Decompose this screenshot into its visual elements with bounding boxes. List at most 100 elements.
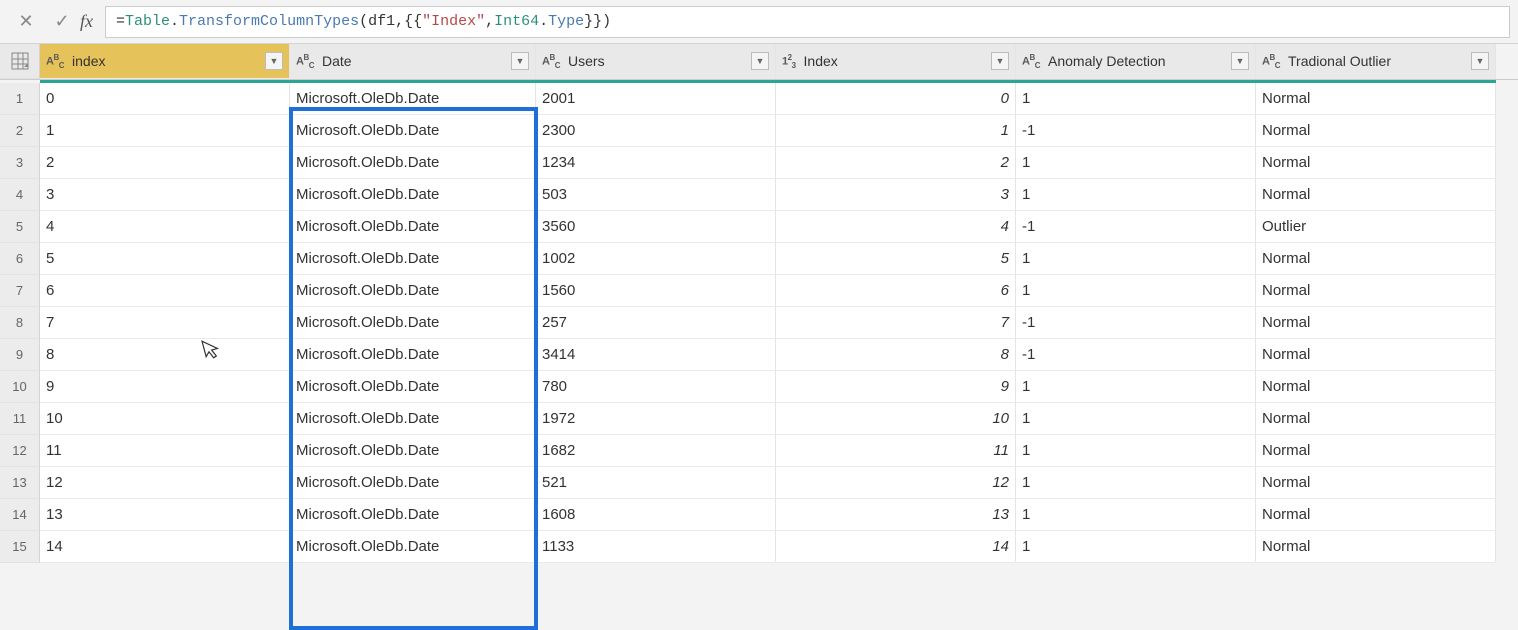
- row-number[interactable]: 12: [0, 435, 40, 467]
- cell-users[interactable]: 3560: [536, 211, 776, 243]
- cell-anom[interactable]: 1: [1016, 179, 1256, 211]
- row-number[interactable]: 13: [0, 467, 40, 499]
- cell-trad[interactable]: Normal: [1256, 307, 1496, 339]
- cell-date[interactable]: Microsoft.OleDb.Date: [290, 403, 536, 435]
- row-number[interactable]: 3: [0, 147, 40, 179]
- cell-index2[interactable]: 13: [776, 499, 1016, 531]
- cell-users[interactable]: 1133: [536, 531, 776, 563]
- cell-index2[interactable]: 11: [776, 435, 1016, 467]
- cell-anom[interactable]: 1: [1016, 499, 1256, 531]
- cell-idx[interactable]: 0: [40, 83, 290, 115]
- cell-users[interactable]: 2300: [536, 115, 776, 147]
- cell-date[interactable]: Microsoft.OleDb.Date: [290, 275, 536, 307]
- cell-users[interactable]: 1608: [536, 499, 776, 531]
- cell-date[interactable]: Microsoft.OleDb.Date: [290, 147, 536, 179]
- cell-date[interactable]: Microsoft.OleDb.Date: [290, 499, 536, 531]
- row-number[interactable]: 10: [0, 371, 40, 403]
- cell-anom[interactable]: -1: [1016, 339, 1256, 371]
- cell-users[interactable]: 3414: [536, 339, 776, 371]
- column-header-traditional[interactable]: ABC Tradional Outlier ▼: [1256, 44, 1496, 79]
- filter-dropdown-icon[interactable]: ▼: [1231, 52, 1249, 70]
- cell-anom[interactable]: 1: [1016, 275, 1256, 307]
- cell-date[interactable]: Microsoft.OleDb.Date: [290, 531, 536, 563]
- row-number[interactable]: 4: [0, 179, 40, 211]
- cell-trad[interactable]: Normal: [1256, 467, 1496, 499]
- cell-users[interactable]: 780: [536, 371, 776, 403]
- cell-idx[interactable]: 3: [40, 179, 290, 211]
- cell-idx[interactable]: 13: [40, 499, 290, 531]
- cell-anom[interactable]: 1: [1016, 243, 1256, 275]
- filter-dropdown-icon[interactable]: ▼: [751, 52, 769, 70]
- cell-date[interactable]: Microsoft.OleDb.Date: [290, 339, 536, 371]
- row-number[interactable]: 1: [0, 83, 40, 115]
- filter-dropdown-icon[interactable]: ▼: [991, 52, 1009, 70]
- cell-index2[interactable]: 0: [776, 83, 1016, 115]
- cell-index2[interactable]: 12: [776, 467, 1016, 499]
- cell-index2[interactable]: 1: [776, 115, 1016, 147]
- cell-date[interactable]: Microsoft.OleDb.Date: [290, 435, 536, 467]
- column-header-index2[interactable]: 123 Index ▼: [776, 44, 1016, 79]
- cell-idx[interactable]: 11: [40, 435, 290, 467]
- cell-index2[interactable]: 4: [776, 211, 1016, 243]
- row-number[interactable]: 14: [0, 499, 40, 531]
- row-number[interactable]: 15: [0, 531, 40, 563]
- cell-users[interactable]: 257: [536, 307, 776, 339]
- cell-trad[interactable]: Normal: [1256, 403, 1496, 435]
- cell-trad[interactable]: Normal: [1256, 435, 1496, 467]
- cell-trad[interactable]: Normal: [1256, 275, 1496, 307]
- cell-idx[interactable]: 2: [40, 147, 290, 179]
- cell-users[interactable]: 521: [536, 467, 776, 499]
- cell-users[interactable]: 2001: [536, 83, 776, 115]
- row-number[interactable]: 9: [0, 339, 40, 371]
- cell-date[interactable]: Microsoft.OleDb.Date: [290, 243, 536, 275]
- row-number[interactable]: 5: [0, 211, 40, 243]
- select-all-corner[interactable]: [0, 44, 40, 79]
- cancel-button[interactable]: ✕: [8, 6, 44, 38]
- cell-date[interactable]: Microsoft.OleDb.Date: [290, 115, 536, 147]
- row-number[interactable]: 7: [0, 275, 40, 307]
- cell-trad[interactable]: Normal: [1256, 83, 1496, 115]
- cell-anom[interactable]: 1: [1016, 531, 1256, 563]
- cell-users[interactable]: 503: [536, 179, 776, 211]
- filter-dropdown-icon[interactable]: ▼: [265, 52, 283, 70]
- cell-date[interactable]: Microsoft.OleDb.Date: [290, 307, 536, 339]
- cell-anom[interactable]: 1: [1016, 371, 1256, 403]
- row-number[interactable]: 2: [0, 115, 40, 147]
- cell-idx[interactable]: 7: [40, 307, 290, 339]
- cell-idx[interactable]: 5: [40, 243, 290, 275]
- cell-anom[interactable]: 1: [1016, 435, 1256, 467]
- cell-anom[interactable]: 1: [1016, 403, 1256, 435]
- cell-date[interactable]: Microsoft.OleDb.Date: [290, 211, 536, 243]
- confirm-button[interactable]: ✓: [44, 6, 80, 38]
- cell-users[interactable]: 1560: [536, 275, 776, 307]
- cell-trad[interactable]: Normal: [1256, 147, 1496, 179]
- cell-trad[interactable]: Normal: [1256, 243, 1496, 275]
- cell-trad[interactable]: Normal: [1256, 179, 1496, 211]
- cell-idx[interactable]: 10: [40, 403, 290, 435]
- cell-index2[interactable]: 5: [776, 243, 1016, 275]
- cell-index2[interactable]: 2: [776, 147, 1016, 179]
- column-header-index[interactable]: ABC index ▼: [40, 44, 290, 79]
- cell-idx[interactable]: 14: [40, 531, 290, 563]
- cell-index2[interactable]: 14: [776, 531, 1016, 563]
- cell-date[interactable]: Microsoft.OleDb.Date: [290, 467, 536, 499]
- cell-idx[interactable]: 9: [40, 371, 290, 403]
- cell-anom[interactable]: 1: [1016, 147, 1256, 179]
- cell-users[interactable]: 1682: [536, 435, 776, 467]
- cell-anom[interactable]: -1: [1016, 211, 1256, 243]
- cell-idx[interactable]: 8: [40, 339, 290, 371]
- cell-date[interactable]: Microsoft.OleDb.Date: [290, 83, 536, 115]
- cell-trad[interactable]: Normal: [1256, 531, 1496, 563]
- cell-trad[interactable]: Normal: [1256, 499, 1496, 531]
- cell-anom[interactable]: -1: [1016, 307, 1256, 339]
- cell-trad[interactable]: Normal: [1256, 371, 1496, 403]
- cell-anom[interactable]: 1: [1016, 467, 1256, 499]
- cell-date[interactable]: Microsoft.OleDb.Date: [290, 371, 536, 403]
- cell-users[interactable]: 1002: [536, 243, 776, 275]
- cell-idx[interactable]: 6: [40, 275, 290, 307]
- cell-date[interactable]: Microsoft.OleDb.Date: [290, 179, 536, 211]
- cell-index2[interactable]: 7: [776, 307, 1016, 339]
- column-header-users[interactable]: ABC Users ▼: [536, 44, 776, 79]
- row-number[interactable]: 6: [0, 243, 40, 275]
- column-header-anomaly[interactable]: ABC Anomaly Detection ▼: [1016, 44, 1256, 79]
